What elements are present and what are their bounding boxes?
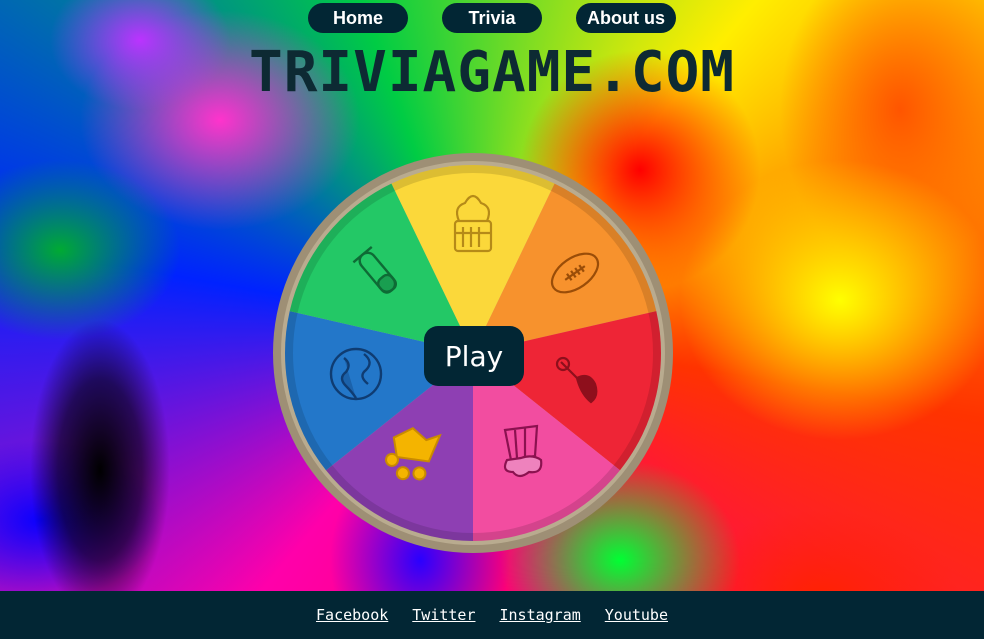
facebook-link[interactable]: Facebook: [316, 606, 388, 624]
footer: Facebook Twitter Instagram Youtube: [0, 591, 984, 639]
instagram-link[interactable]: Instagram: [499, 606, 580, 624]
top-navigation: Home Trivia About us: [0, 3, 984, 33]
nav-trivia-button[interactable]: Trivia: [442, 3, 542, 33]
youtube-link[interactable]: Youtube: [605, 606, 668, 624]
twitter-link[interactable]: Twitter: [412, 606, 475, 624]
site-title: TRIVIAGAME.COM: [248, 40, 735, 105]
play-button[interactable]: Play: [424, 326, 524, 386]
nav-about-button[interactable]: About us: [576, 3, 676, 33]
nav-home-button[interactable]: Home: [308, 3, 408, 33]
